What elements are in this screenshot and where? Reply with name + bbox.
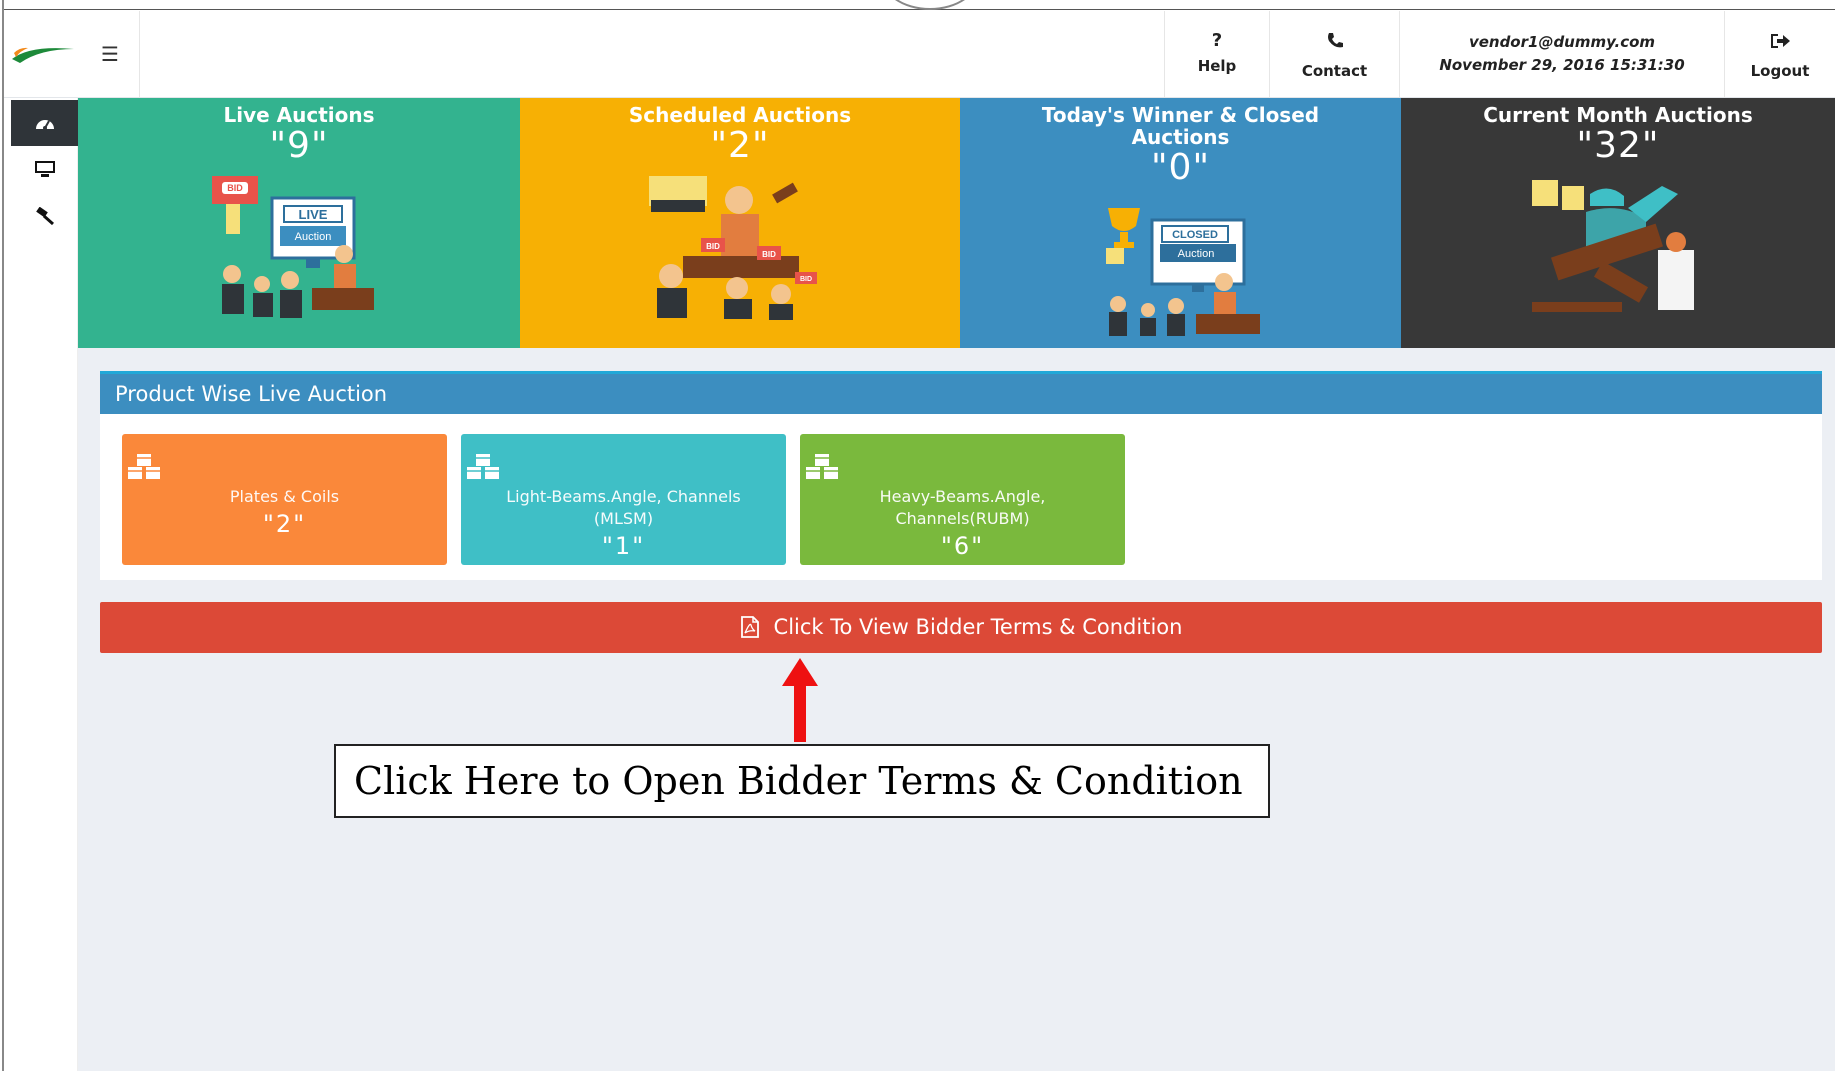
file-pdf-icon xyxy=(740,616,759,638)
sidebar xyxy=(4,98,78,1071)
logout-label: Logout xyxy=(1750,62,1810,80)
bidder-terms-button[interactable]: Click To View Bidder Terms & Condition xyxy=(100,602,1822,653)
closed-auction-illustration: CLOSED Auction xyxy=(1105,208,1260,336)
tile-count: "2" xyxy=(710,125,770,166)
tile-title: Today's Winner & Closed Auctions xyxy=(1041,103,1320,149)
monthly-auction-illustration xyxy=(1532,180,1694,312)
tile-live-auctions[interactable]: Live Auctions "9" BID LIVE Auction xyxy=(78,98,520,348)
tile-title: Scheduled Auctions xyxy=(628,103,852,127)
sign-out-icon xyxy=(1725,31,1835,56)
question-icon: ? xyxy=(1211,30,1223,51)
sidebar-item-auctions[interactable] xyxy=(11,194,78,240)
svg-text:LIVE: LIVE xyxy=(299,207,328,222)
svg-text:CLOSED: CLOSED xyxy=(1172,229,1218,241)
tile-count: "0" xyxy=(1150,147,1211,188)
user-info: vendor1@dummy.com November 29, 2016 15:3… xyxy=(1399,11,1724,98)
logout-button[interactable]: Logout xyxy=(1724,11,1835,98)
svg-text:Auction: Auction xyxy=(295,231,332,243)
product-name: Heavy-Beams.Angle, Channels(RUBM) xyxy=(879,487,1046,528)
cubes-icon xyxy=(806,454,838,479)
cubes-icon xyxy=(128,454,160,479)
svg-text:BID: BID xyxy=(762,250,776,259)
contact-label: Contact xyxy=(1301,62,1368,80)
panel-title: Product Wise Live Auction xyxy=(100,374,1822,414)
svg-text:Auction: Auction xyxy=(1177,248,1214,260)
product-name: Light-Beams.Angle, Channels (MLSM) xyxy=(506,487,741,528)
product-name: Plates & Coils xyxy=(229,487,340,506)
main-content: Live Auctions "9" BID LIVE Auction Sched… xyxy=(78,98,1835,1071)
tile-current-month-auctions[interactable]: Current Month Auctions "32" xyxy=(1401,98,1835,348)
product-wise-panel: Product Wise Live Auction Plates & Coils… xyxy=(100,371,1822,580)
product-card-light-beams[interactable]: Light-Beams.Angle, Channels (MLSM) "1" xyxy=(461,434,786,565)
desktop-icon xyxy=(34,161,55,177)
help-label: Help xyxy=(1197,57,1237,75)
cubes-icon xyxy=(467,454,499,479)
phone-icon xyxy=(1270,31,1399,56)
gavel-icon xyxy=(35,206,54,226)
svg-text:BID: BID xyxy=(227,183,243,193)
tile-winner-closed-auctions[interactable]: Today's Winner & Closed Auctions "0" CLO… xyxy=(960,98,1401,348)
sidebar-item-dashboard[interactable] xyxy=(11,100,78,146)
current-datetime: November 29, 2016 15:31:30 xyxy=(1439,56,1685,74)
live-auction-illustration: BID LIVE Auction xyxy=(212,176,374,318)
auction-summary-tiles: Live Auctions "9" BID LIVE Auction Sched… xyxy=(78,98,1835,348)
logo-icon xyxy=(12,47,74,63)
tile-scheduled-auctions[interactable]: Scheduled Auctions "2" BID BID BID xyxy=(520,98,960,348)
top-navbar: ☰ ? Help Contact vendor1@dummy.com Novem… xyxy=(4,11,1835,98)
product-count: "1" xyxy=(601,532,646,560)
help-button[interactable]: ? Help xyxy=(1164,11,1269,98)
tile-count: "9" xyxy=(269,125,329,166)
menu-toggle-button[interactable]: ☰ xyxy=(92,39,128,69)
annotation-callout: Click Here to Open Bidder Terms & Condit… xyxy=(334,744,1270,818)
scheduled-auction-illustration: BID BID BID xyxy=(649,176,817,320)
product-card-heavy-beams[interactable]: Heavy-Beams.Angle, Channels(RUBM) "6" xyxy=(800,434,1125,565)
sidebar-item-desktop[interactable] xyxy=(11,146,78,192)
product-card-plates-coils[interactable]: Plates & Coils "2" xyxy=(122,434,447,565)
product-count: "2" xyxy=(262,510,307,538)
annotation-arrow-icon xyxy=(782,658,818,742)
product-count: "6" xyxy=(940,532,985,560)
topbar-divider xyxy=(139,11,140,98)
svg-text:BID: BID xyxy=(800,276,812,283)
user-email: vendor1@dummy.com xyxy=(1468,33,1656,51)
dashboard-icon xyxy=(35,120,54,130)
tile-title: Live Auctions xyxy=(223,103,375,127)
svg-text:BID: BID xyxy=(706,242,720,251)
bidder-terms-label: Click To View Bidder Terms & Condition xyxy=(773,615,1183,639)
tile-count: "32" xyxy=(1576,125,1660,166)
contact-button[interactable]: Contact xyxy=(1269,11,1399,98)
tile-title: Current Month Auctions xyxy=(1483,103,1753,127)
